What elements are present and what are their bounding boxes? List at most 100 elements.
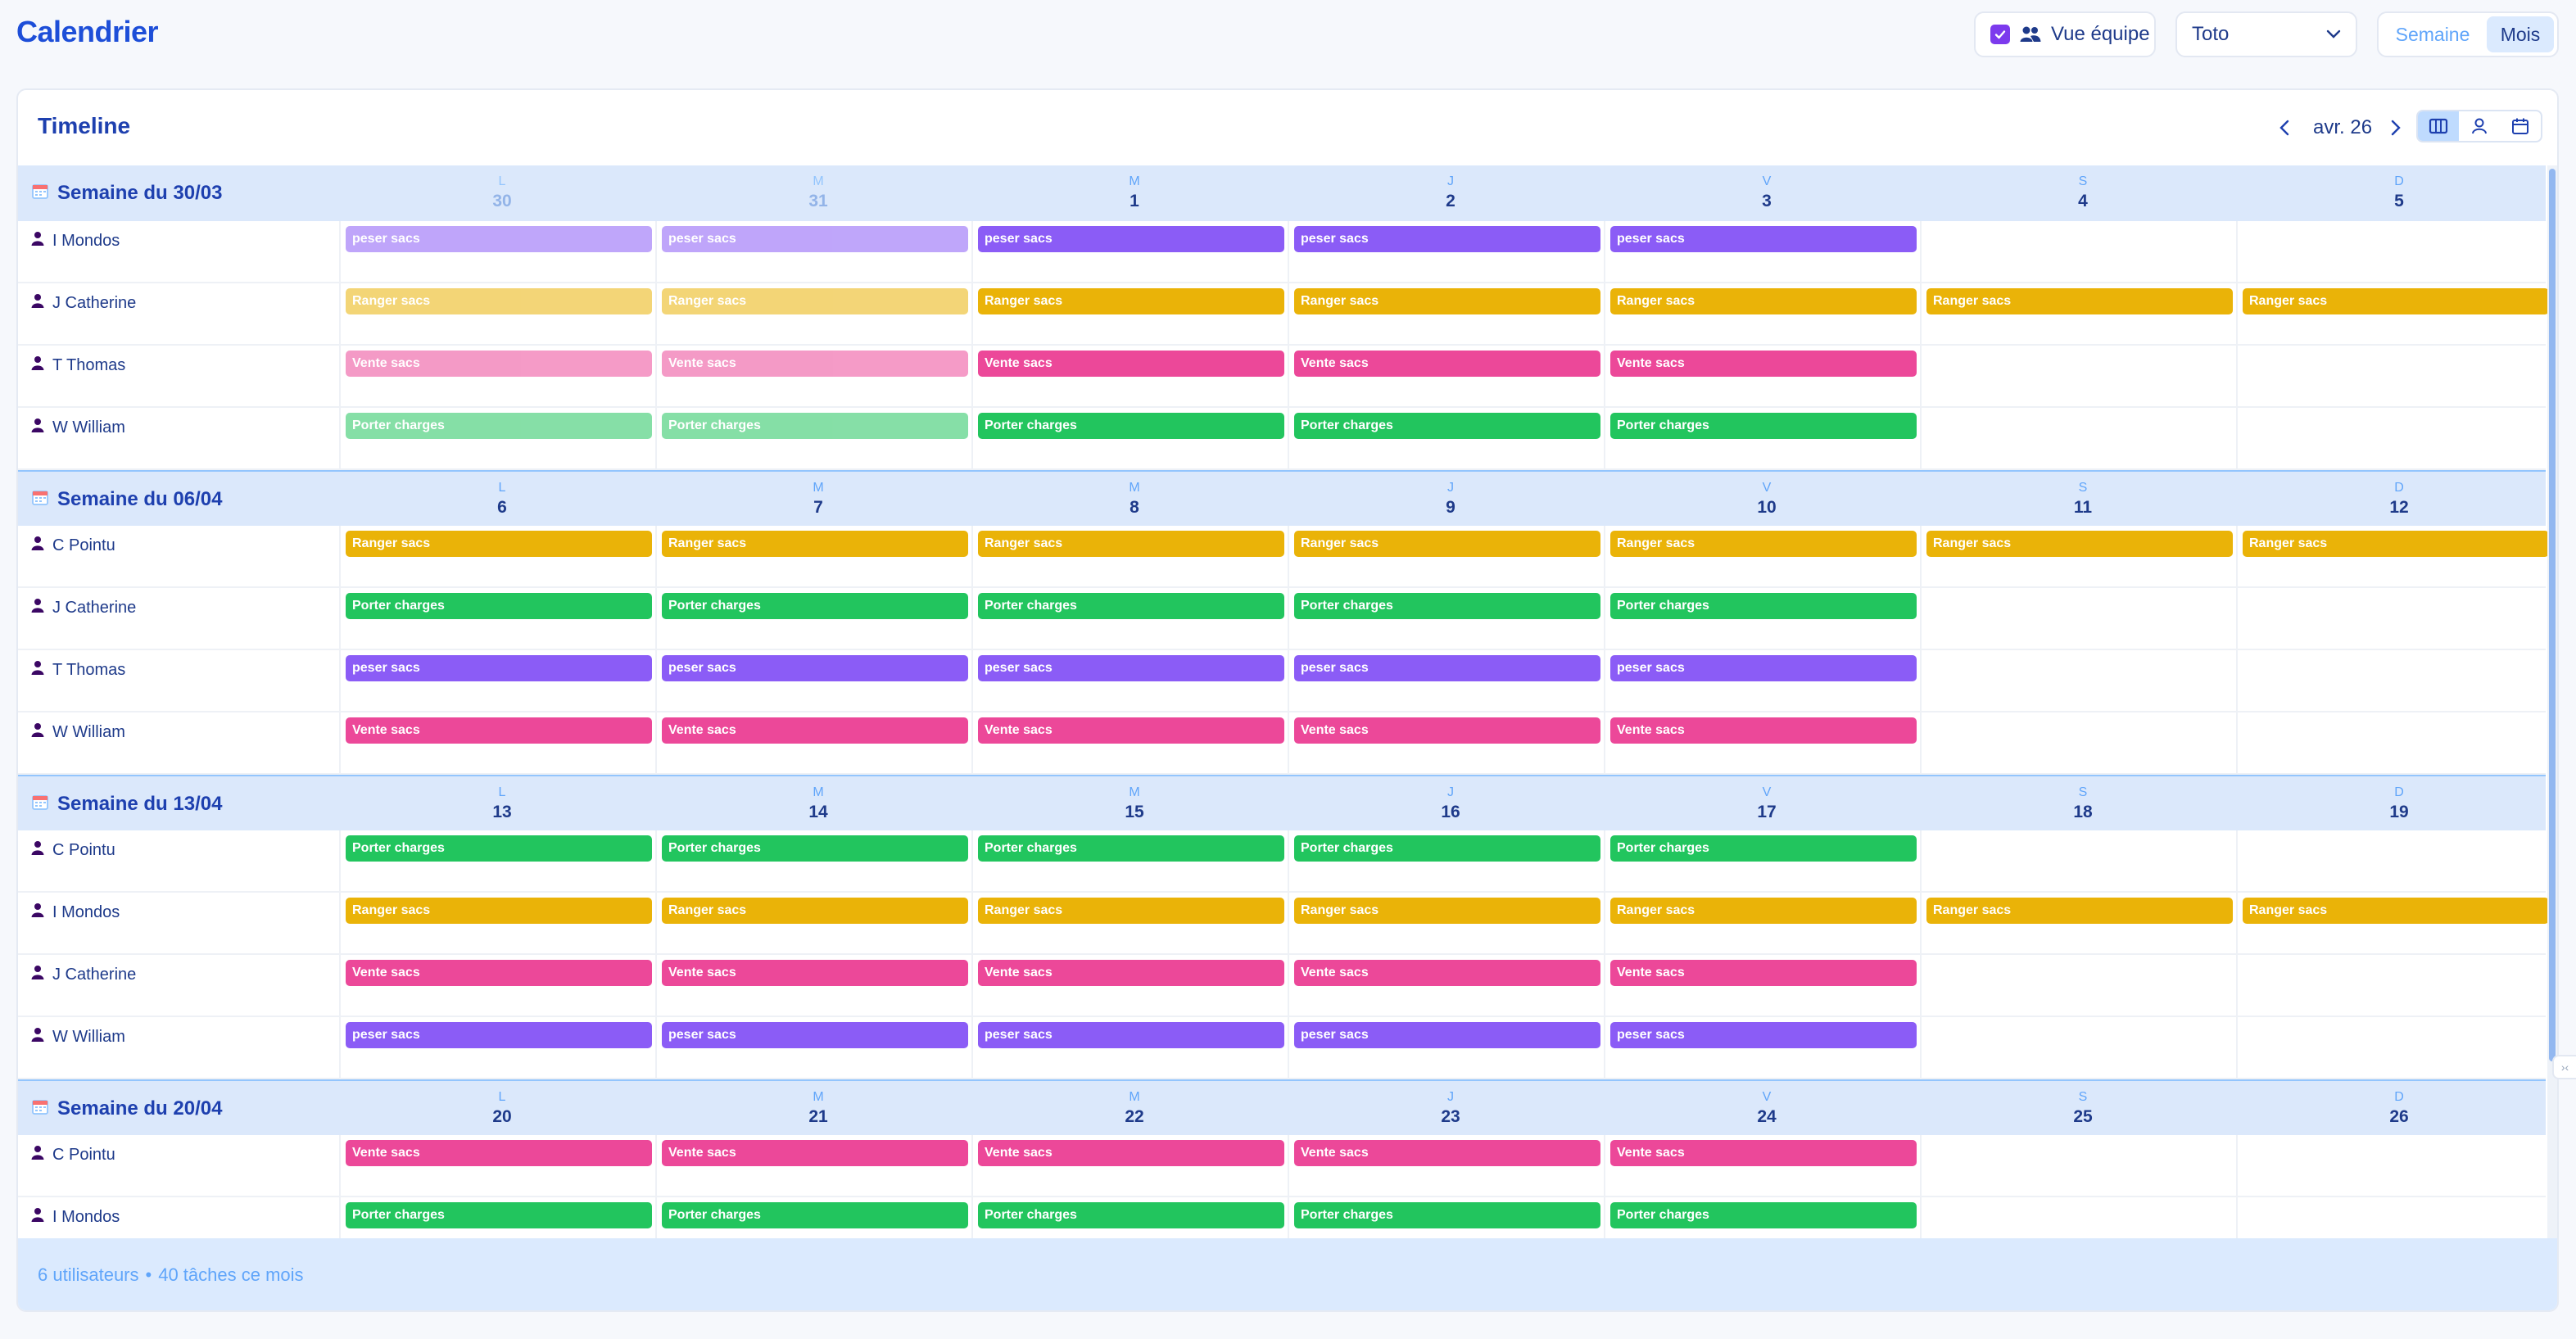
task-chip[interactable]: Porter charges: [1610, 835, 1917, 862]
task-chip[interactable]: Porter charges: [1294, 835, 1600, 862]
day-cell[interactable]: Vente sacs: [1288, 712, 1604, 773]
day-cell[interactable]: [2236, 1135, 2552, 1196]
task-chip[interactable]: Porter charges: [978, 413, 1284, 439]
day-cell[interactable]: [2236, 408, 2552, 468]
day-cell[interactable]: [2236, 1197, 2552, 1238]
day-cell[interactable]: Porter charges: [339, 588, 655, 649]
day-cell[interactable]: Porter charges: [339, 408, 655, 468]
day-cell[interactable]: Vente sacs: [1288, 955, 1604, 1016]
task-chip[interactable]: Ranger sacs: [2243, 531, 2549, 557]
day-cell[interactable]: Vente sacs: [655, 955, 971, 1016]
calendar-icon[interactable]: [2500, 111, 2541, 141]
task-chip[interactable]: Porter charges: [662, 593, 968, 619]
day-cell[interactable]: Ranger sacs: [1604, 526, 1920, 586]
day-cell[interactable]: Ranger sacs: [1920, 893, 2236, 953]
task-chip[interactable]: peser sacs: [346, 655, 652, 681]
day-cell[interactable]: Ranger sacs: [339, 526, 655, 586]
day-cell[interactable]: Ranger sacs: [2236, 283, 2552, 344]
checkbox-checked-icon[interactable]: [1990, 25, 2010, 44]
day-cell[interactable]: [2236, 346, 2552, 406]
day-cell[interactable]: Ranger sacs: [1604, 893, 1920, 953]
day-cell[interactable]: Porter charges: [1604, 1197, 1920, 1238]
scrollbar-thumb[interactable]: [2549, 169, 2556, 1061]
day-cell[interactable]: Ranger sacs: [2236, 893, 2552, 953]
task-chip[interactable]: Porter charges: [1610, 413, 1917, 439]
task-chip[interactable]: peser sacs: [662, 655, 968, 681]
task-chip[interactable]: Ranger sacs: [1926, 288, 2233, 314]
task-chip[interactable]: Ranger sacs: [662, 288, 968, 314]
day-cell[interactable]: Porter charges: [971, 830, 1288, 891]
task-chip[interactable]: peser sacs: [662, 1022, 968, 1048]
day-cell[interactable]: [1920, 650, 2236, 711]
task-chip[interactable]: Ranger sacs: [1294, 898, 1600, 924]
task-chip[interactable]: Ranger sacs: [978, 288, 1284, 314]
day-cell[interactable]: [2236, 830, 2552, 891]
task-chip[interactable]: Porter charges: [346, 413, 652, 439]
task-chip[interactable]: Vente sacs: [346, 1140, 652, 1166]
task-chip[interactable]: Porter charges: [978, 1202, 1284, 1228]
task-chip[interactable]: Vente sacs: [662, 717, 968, 744]
task-chip[interactable]: peser sacs: [1610, 226, 1917, 252]
task-chip[interactable]: Ranger sacs: [1610, 898, 1917, 924]
task-chip[interactable]: Vente sacs: [346, 717, 652, 744]
task-chip[interactable]: Porter charges: [978, 593, 1284, 619]
task-chip[interactable]: Porter charges: [662, 1202, 968, 1228]
task-chip[interactable]: Ranger sacs: [346, 898, 652, 924]
task-chip[interactable]: Porter charges: [662, 835, 968, 862]
task-chip[interactable]: peser sacs: [978, 1022, 1284, 1048]
task-chip[interactable]: Porter charges: [1294, 593, 1600, 619]
day-cell[interactable]: Vente sacs: [339, 346, 655, 406]
day-cell[interactable]: Vente sacs: [339, 712, 655, 773]
task-chip[interactable]: Ranger sacs: [2243, 288, 2549, 314]
task-chip[interactable]: Vente sacs: [1294, 960, 1600, 986]
day-cell[interactable]: Vente sacs: [1604, 1135, 1920, 1196]
day-cell[interactable]: [1920, 712, 2236, 773]
day-cell[interactable]: Ranger sacs: [971, 526, 1288, 586]
day-cell[interactable]: Vente sacs: [655, 712, 971, 773]
day-cell[interactable]: Vente sacs: [1604, 712, 1920, 773]
day-cell[interactable]: Ranger sacs: [1288, 526, 1604, 586]
task-chip[interactable]: peser sacs: [346, 226, 652, 252]
task-chip[interactable]: Porter charges: [978, 835, 1284, 862]
day-cell[interactable]: peser sacs: [971, 650, 1288, 711]
day-cell[interactable]: Vente sacs: [971, 346, 1288, 406]
task-chip[interactable]: peser sacs: [978, 655, 1284, 681]
columns-icon[interactable]: [2418, 111, 2459, 141]
side-panel-grip[interactable]: ›‹: [2552, 1055, 2576, 1079]
task-chip[interactable]: Vente sacs: [1610, 1140, 1917, 1166]
day-cell[interactable]: peser sacs: [1604, 650, 1920, 711]
task-chip[interactable]: Ranger sacs: [662, 898, 968, 924]
day-cell[interactable]: Vente sacs: [339, 955, 655, 1016]
day-cell[interactable]: Porter charges: [1288, 408, 1604, 468]
day-cell[interactable]: Ranger sacs: [971, 893, 1288, 953]
day-cell[interactable]: [1920, 830, 2236, 891]
task-chip[interactable]: Vente sacs: [346, 960, 652, 986]
task-chip[interactable]: Vente sacs: [1294, 1140, 1600, 1166]
task-chip[interactable]: Ranger sacs: [1610, 288, 1917, 314]
view-option-mois[interactable]: Mois: [2487, 16, 2554, 52]
task-chip[interactable]: Porter charges: [1294, 1202, 1600, 1228]
day-cell[interactable]: [2236, 650, 2552, 711]
day-cell[interactable]: Ranger sacs: [655, 283, 971, 344]
task-chip[interactable]: Vente sacs: [1610, 351, 1917, 377]
task-chip[interactable]: Vente sacs: [978, 351, 1284, 377]
day-cell[interactable]: Vente sacs: [1604, 955, 1920, 1016]
day-cell[interactable]: Vente sacs: [655, 346, 971, 406]
task-chip[interactable]: Vente sacs: [662, 351, 968, 377]
task-chip[interactable]: Ranger sacs: [346, 288, 652, 314]
day-cell[interactable]: peser sacs: [339, 650, 655, 711]
task-chip[interactable]: Vente sacs: [1294, 717, 1600, 744]
day-cell[interactable]: peser sacs: [339, 1017, 655, 1078]
task-chip[interactable]: Ranger sacs: [2243, 898, 2549, 924]
day-cell[interactable]: Porter charges: [1604, 408, 1920, 468]
task-chip[interactable]: Vente sacs: [978, 717, 1284, 744]
day-cell[interactable]: Ranger sacs: [655, 526, 971, 586]
day-cell[interactable]: Ranger sacs: [339, 893, 655, 953]
day-cell[interactable]: [2236, 955, 2552, 1016]
day-cell[interactable]: Vente sacs: [1288, 346, 1604, 406]
task-chip[interactable]: Ranger sacs: [1294, 288, 1600, 314]
task-chip[interactable]: Ranger sacs: [346, 531, 652, 557]
day-cell[interactable]: Porter charges: [339, 1197, 655, 1238]
day-cell[interactable]: [2236, 1017, 2552, 1078]
day-cell[interactable]: [2236, 712, 2552, 773]
